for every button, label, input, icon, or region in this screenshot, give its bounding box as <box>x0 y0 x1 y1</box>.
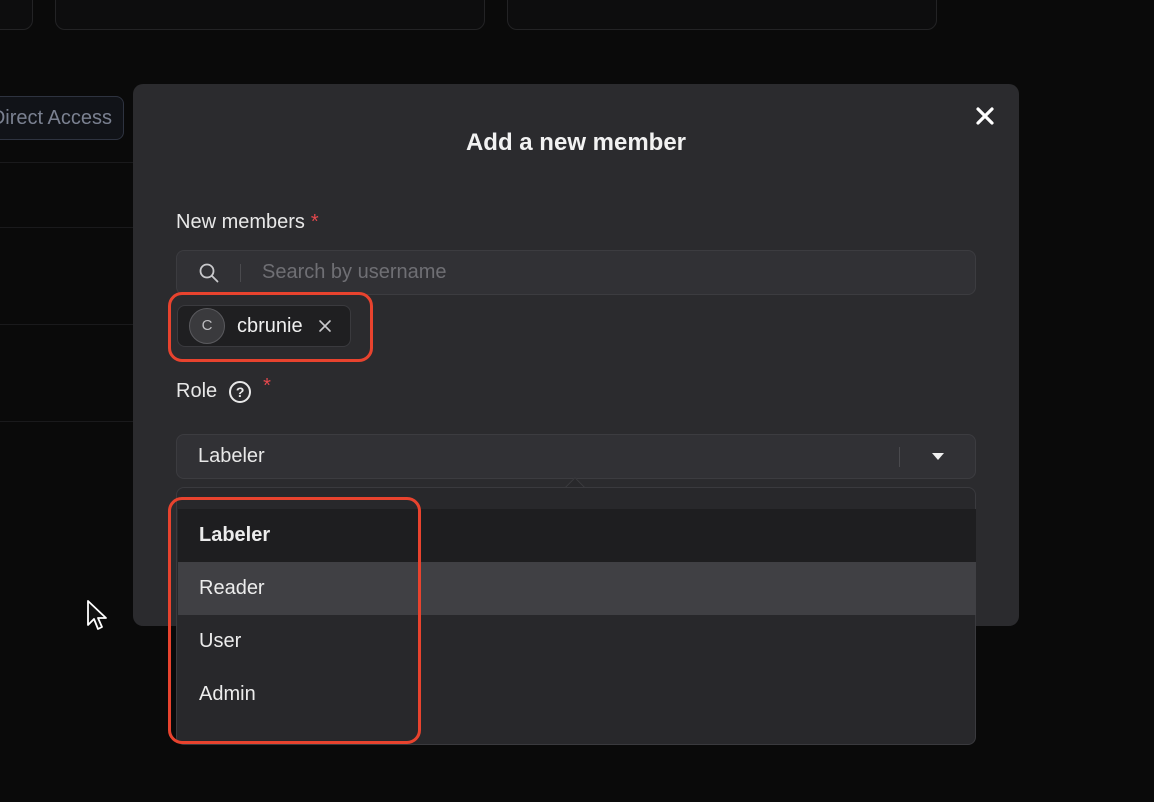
new-members-label: New members * <box>176 211 319 234</box>
help-icon[interactable]: ? <box>229 380 252 403</box>
required-mark: * <box>263 375 271 397</box>
role-label: Role ? * <box>176 375 271 403</box>
divider <box>0 227 140 228</box>
member-username: cbrunie <box>237 314 303 337</box>
role-option-admin[interactable]: Admin <box>178 668 976 721</box>
divider <box>0 324 140 325</box>
role-dropdown-menu: Labeler Reader User Admin <box>176 487 976 745</box>
modal-title: Add a new member <box>465 129 687 156</box>
remove-icon[interactable] <box>318 319 332 333</box>
role-option-reader[interactable]: Reader <box>178 562 976 615</box>
search-icon <box>198 262 220 284</box>
search-separator <box>240 263 241 282</box>
role-select-value: Labeler <box>198 445 265 467</box>
member-chip: C cbrunie <box>177 305 351 347</box>
search-input[interactable] <box>262 261 975 284</box>
direct-access-button: Direct Access <box>0 96 124 140</box>
required-mark: * <box>310 211 319 233</box>
role-option-user[interactable]: User <box>178 615 976 668</box>
background-card <box>55 0 485 30</box>
role-label-text: Role <box>176 380 218 402</box>
divider <box>0 421 140 422</box>
background-card <box>0 0 33 30</box>
background-card <box>507 0 937 30</box>
close-icon[interactable] <box>973 104 997 128</box>
role-option-labeler[interactable]: Labeler <box>178 509 976 562</box>
divider <box>0 162 140 163</box>
chevron-down-icon[interactable] <box>900 453 975 460</box>
avatar: C <box>189 308 225 344</box>
new-members-label-text: New members <box>176 211 305 233</box>
mouse-cursor-icon <box>86 599 108 633</box>
role-select[interactable]: Labeler <box>176 434 976 479</box>
member-search-field[interactable] <box>176 250 976 295</box>
